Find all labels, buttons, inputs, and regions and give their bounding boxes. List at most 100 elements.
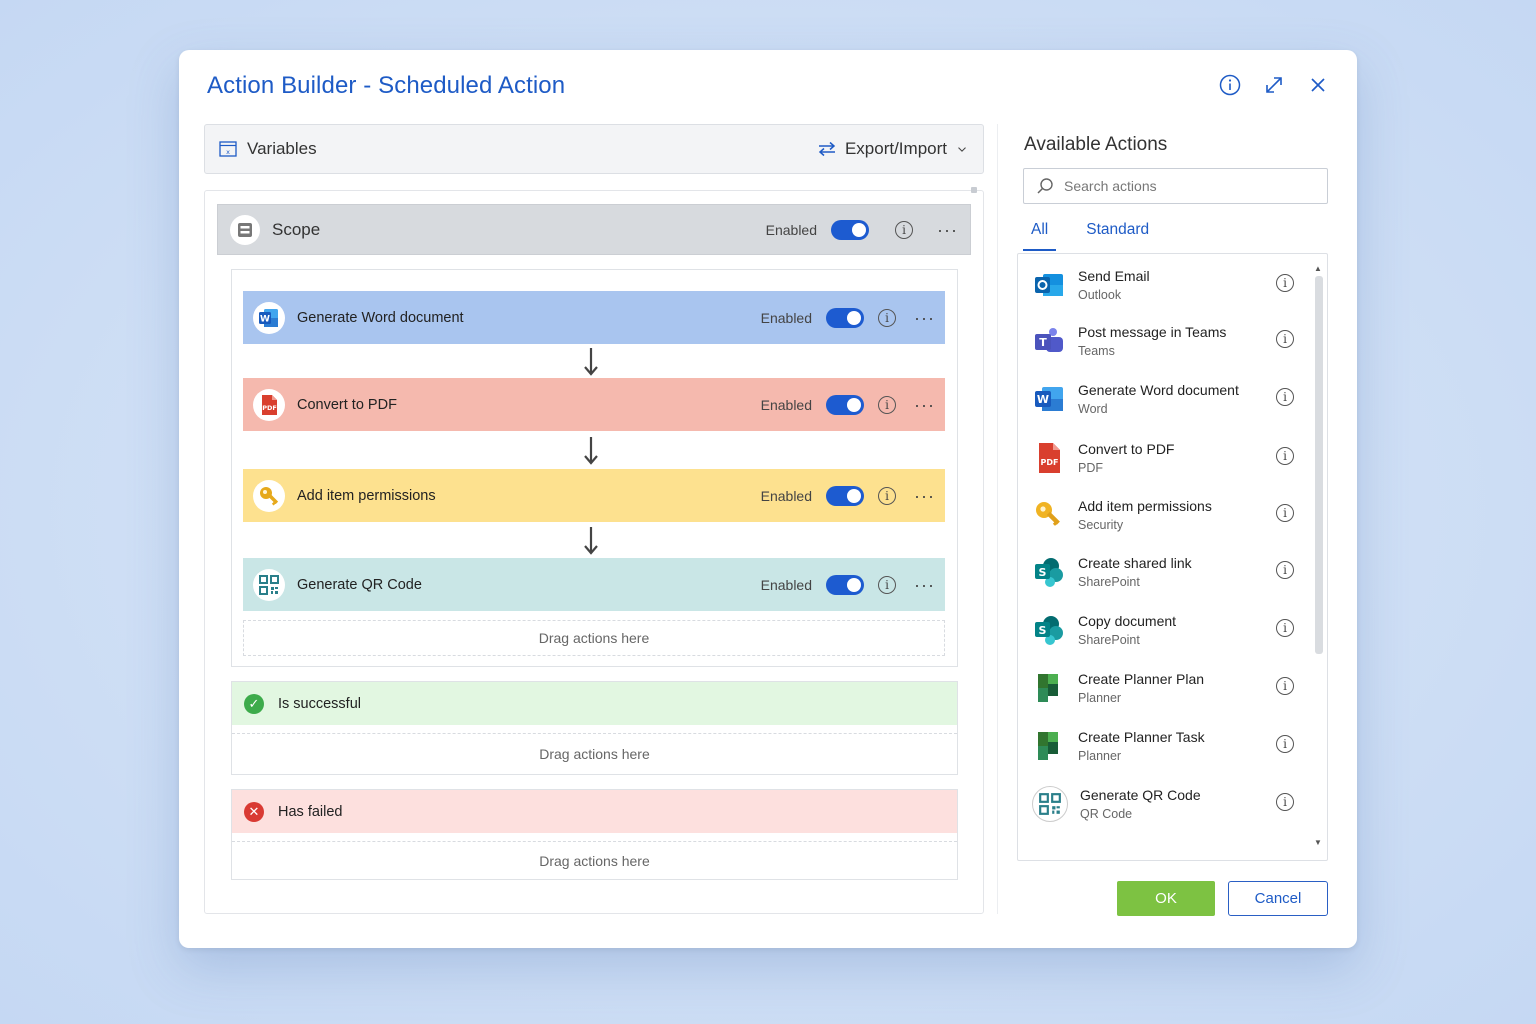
more-options-icon[interactable]: ··· <box>914 487 935 505</box>
sharepoint-icon: S <box>1032 613 1066 647</box>
branch-header[interactable]: ✓ Is successful <box>232 682 957 725</box>
ok-button[interactable]: OK <box>1117 881 1215 916</box>
info-icon[interactable]: i <box>1276 677 1294 695</box>
enabled-toggle[interactable] <box>826 307 865 328</box>
action-label: Add item permissions <box>297 487 436 504</box>
list-scrollbar[interactable]: ▲ ▼ <box>1313 264 1323 847</box>
chevron-down-icon <box>958 147 966 152</box>
variables-label: Variables <box>247 139 317 158</box>
drop-zone[interactable]: Drag actions here <box>243 620 945 656</box>
enabled-label: Enabled <box>760 487 813 504</box>
info-icon[interactable]: i <box>1276 330 1294 348</box>
item-sub: SharePoint <box>1078 575 1140 589</box>
svg-text:W: W <box>260 314 270 324</box>
cancel-button[interactable]: Cancel <box>1228 881 1328 916</box>
info-icon[interactable]: i <box>1276 735 1294 753</box>
word-icon: W <box>253 301 285 334</box>
arrow-down-icon <box>584 348 598 376</box>
svg-text:S: S <box>1039 566 1047 579</box>
info-icon[interactable]: i <box>1276 274 1294 292</box>
drop-zone[interactable]: Drag actions here <box>232 841 957 879</box>
action-generate-word-document[interactable]: W Generate Word document Enabled i ··· <box>243 291 945 344</box>
info-icon[interactable]: i <box>1276 388 1294 406</box>
enabled-label: Enabled <box>760 396 813 413</box>
info-icon[interactable]: i <box>895 220 914 239</box>
item-name: Generate QR Code <box>1080 787 1201 803</box>
info-icon[interactable]: i <box>1276 504 1294 522</box>
item-name: Copy document <box>1078 613 1177 629</box>
search-actions-input[interactable]: Search actions <box>1023 168 1328 204</box>
item-name: Add item permissions <box>1078 498 1212 514</box>
enabled-toggle[interactable] <box>826 394 865 415</box>
qr-code-icon <box>1032 786 1068 822</box>
scope-label: Scope <box>272 219 321 239</box>
tab-all[interactable]: All <box>1023 218 1057 251</box>
scrollbar-thumb[interactable] <box>1315 276 1323 654</box>
check-circle-icon: ✓ <box>244 693 264 714</box>
list-item-generate-qr-code[interactable]: Generate QR Code QR Code i <box>1032 781 1294 827</box>
action-builder-dialog: Action Builder - Scheduled Action x Vari… <box>179 50 1357 948</box>
more-options-icon[interactable]: ··· <box>914 309 935 327</box>
list-item-copy-document[interactable]: S Copy document SharePoint i <box>1032 607 1294 653</box>
info-icon[interactable]: i <box>878 575 897 594</box>
arrow-down-icon <box>584 527 598 555</box>
info-icon[interactable]: i <box>1276 793 1294 811</box>
more-options-icon[interactable]: ··· <box>937 221 958 239</box>
info-icon[interactable]: i <box>1276 447 1294 465</box>
dialog-header-actions <box>1219 74 1329 96</box>
list-item-post-message-in-teams[interactable]: T Post message in Teams Teams i <box>1032 318 1294 364</box>
action-tabs: All Standard <box>1023 218 1157 251</box>
outlook-icon <box>1032 268 1066 302</box>
scroll-up-icon[interactable]: ▲ <box>1314 264 1322 273</box>
enabled-label: Enabled <box>765 221 818 238</box>
planner-icon <box>1032 729 1066 763</box>
scope-header[interactable]: Scope Enabled i ··· <box>217 204 971 255</box>
variables-bar[interactable]: x Variables Export/Import <box>204 124 984 174</box>
action-controls: Enabled i ··· <box>761 307 935 328</box>
qr-code-icon <box>253 568 285 601</box>
enabled-toggle[interactable] <box>826 485 865 506</box>
enabled-toggle[interactable] <box>831 219 870 240</box>
pdf-icon: PDF <box>1032 441 1066 475</box>
list-item-convert-to-pdf[interactable]: PDF Convert to PDF PDF i <box>1032 435 1294 481</box>
info-icon[interactable]: i <box>1276 561 1294 579</box>
info-icon[interactable]: i <box>878 308 897 327</box>
info-icon[interactable]: i <box>1276 619 1294 637</box>
action-generate-qr-code[interactable]: Generate QR Code Enabled i ··· <box>243 558 945 611</box>
list-item-generate-word-document[interactable]: W Generate Word document Word i <box>1032 376 1294 422</box>
action-add-item-permissions[interactable]: Add item permissions Enabled i ··· <box>243 469 945 522</box>
list-item-add-item-permissions[interactable]: Add item permissions Security i <box>1032 492 1294 538</box>
list-item-create-planner-task[interactable]: Create Planner Task Planner i <box>1032 723 1294 769</box>
pdf-icon: PDF <box>253 388 285 421</box>
scroll-down-icon[interactable]: ▼ <box>1314 838 1322 847</box>
enabled-toggle[interactable] <box>826 574 865 595</box>
close-icon[interactable] <box>1307 74 1329 96</box>
expand-icon[interactable] <box>1263 74 1285 96</box>
action-controls: Enabled i ··· <box>761 574 935 595</box>
more-options-icon[interactable]: ··· <box>914 576 935 594</box>
canvas-scrollbar[interactable] <box>971 187 977 193</box>
list-item-create-shared-link[interactable]: S Create shared link SharePoint i <box>1032 549 1294 595</box>
item-name: Post message in Teams <box>1078 324 1227 340</box>
item-sub: SharePoint <box>1078 633 1140 647</box>
list-item-create-planner-plan[interactable]: Create Planner Plan Planner i <box>1032 665 1294 711</box>
list-item-send-email[interactable]: Send Email Outlook i <box>1032 262 1294 308</box>
branch-label: Has failed <box>278 803 343 820</box>
drop-zone[interactable]: Drag actions here <box>232 733 957 773</box>
scope-body: W Generate Word document Enabled i ··· P… <box>231 269 958 667</box>
info-icon[interactable] <box>1219 74 1241 96</box>
svg-text:PDF: PDF <box>262 404 277 412</box>
key-icon <box>1032 498 1066 532</box>
item-sub: Planner <box>1078 749 1122 763</box>
tab-standard[interactable]: Standard <box>1078 218 1157 251</box>
item-name: Generate Word document <box>1078 382 1239 398</box>
more-options-icon[interactable]: ··· <box>914 396 935 414</box>
info-icon[interactable]: i <box>878 486 897 505</box>
action-convert-to-pdf[interactable]: PDF Convert to PDF Enabled i ··· <box>243 378 945 431</box>
info-icon[interactable]: i <box>878 395 897 414</box>
branch-header[interactable]: ✕ Has failed <box>232 790 957 833</box>
export-import-dropdown[interactable]: Export/Import <box>817 139 969 159</box>
svg-text:T: T <box>1039 336 1047 349</box>
svg-text:PDF: PDF <box>1041 458 1059 467</box>
variables-icon: x <box>219 141 237 157</box>
